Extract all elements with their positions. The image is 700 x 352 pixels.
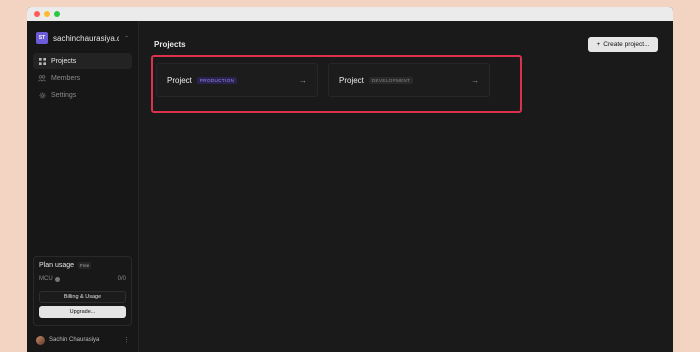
project-card-development[interactable]: Project DEVELOPMENT → <box>328 63 490 97</box>
arrow-right-icon: → <box>471 75 479 85</box>
mcu-label-group: MCU <box>39 276 60 282</box>
sidebar-item-label: Settings <box>51 91 77 99</box>
plan-usage-title: Plan usage <box>39 262 75 269</box>
title-bar <box>27 7 673 21</box>
project-name: Project <box>167 75 192 85</box>
upgrade-button[interactable]: Upgrade... <box>39 306 126 318</box>
close-window-button[interactable] <box>34 11 40 17</box>
app-body: ST sachinchaurasiya.d... ⌃ Projects Memb… <box>27 21 673 352</box>
arrow-right-icon: → <box>299 75 307 85</box>
sidebar-item-projects[interactable]: Projects <box>33 53 132 69</box>
info-icon[interactable] <box>54 276 60 282</box>
create-project-button[interactable]: + Create project... <box>588 37 658 52</box>
plan-tier-badge: Free <box>78 262 92 269</box>
mcu-usage-row: MCU 0/0 <box>39 276 126 282</box>
chevron-updown-icon: ⌃ <box>123 35 129 42</box>
app-window: ST sachinchaurasiya.d... ⌃ Projects Memb… <box>27 7 673 352</box>
more-vertical-icon[interactable]: ⋮ <box>123 336 130 344</box>
sidebar-item-label: Members <box>51 74 81 82</box>
user-name: Sachin Chaurasiya <box>49 337 100 343</box>
gear-icon <box>38 91 46 99</box>
org-switcher[interactable]: ST sachinchaurasiya.d... ⌃ <box>33 30 132 46</box>
plan-usage-header: Plan usage Free <box>39 262 126 269</box>
plan-usage-panel: Plan usage Free MCU 0/0 Billing & Usage … <box>33 256 132 326</box>
sidebar-item-label: Projects <box>51 57 77 65</box>
billing-usage-button[interactable]: Billing & Usage <box>39 291 126 303</box>
environment-badge: DEVELOPMENT <box>368 76 414 84</box>
main-content: Projects + Create project... Project PRO… <box>139 21 673 352</box>
grid-icon <box>38 57 46 65</box>
org-name: sachinchaurasiya.d... <box>53 33 119 43</box>
sidebar-nav: Projects Members Settings <box>33 53 132 103</box>
create-project-label: Create project... <box>603 41 650 48</box>
users-icon <box>38 74 46 82</box>
project-card-production[interactable]: Project PRODUCTION → <box>156 63 318 97</box>
avatar <box>36 335 45 345</box>
page-title: Projects <box>154 40 186 49</box>
zoom-window-button[interactable] <box>54 11 60 17</box>
mcu-value: 0/0 <box>117 276 126 282</box>
user-menu[interactable]: Sachin Chaurasiya ⋮ <box>36 334 130 346</box>
environment-badge: PRODUCTION <box>196 76 238 84</box>
sidebar-item-settings[interactable]: Settings <box>33 87 132 103</box>
project-name: Project <box>339 75 364 85</box>
plus-icon: + <box>596 41 601 48</box>
sidebar: ST sachinchaurasiya.d... ⌃ Projects Memb… <box>27 21 139 352</box>
minimize-window-button[interactable] <box>44 11 50 17</box>
mcu-label: MCU <box>39 276 53 282</box>
sidebar-item-members[interactable]: Members <box>33 70 132 86</box>
org-avatar: ST <box>36 32 48 44</box>
